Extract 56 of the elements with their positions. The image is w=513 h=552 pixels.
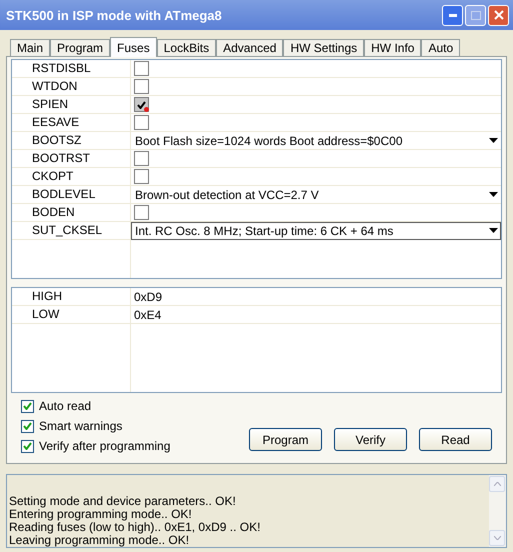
check-icon	[23, 402, 32, 410]
tab[interactable]: HW Settings	[283, 39, 364, 56]
minimize-button[interactable]	[442, 4, 463, 26]
fuse-name: WTDON	[12, 78, 131, 95]
fuse-dropdown[interactable]: Boot Flash size=1024 words Boot address=$0C00	[131, 132, 501, 150]
action-button[interactable]: Read	[419, 428, 492, 451]
fuse-name: CKOPT	[12, 168, 131, 185]
fuse-dropdown[interactable]: Int. RC Osc. 8 MHz; Start-up time: 6 CK + 64 ms	[131, 222, 501, 240]
tab[interactable]: Auto	[421, 39, 460, 56]
close-icon	[494, 10, 504, 20]
check-icon	[137, 100, 146, 108]
tab[interactable]: Advanced	[216, 39, 284, 56]
fuse-dropdown[interactable]: Brown-out detection at VCC=2.7 V	[131, 186, 501, 204]
fuse-name: BOOTRST	[12, 150, 131, 167]
fuse-name: EESAVE	[12, 114, 131, 131]
tab[interactable]: LockBits	[156, 39, 216, 56]
fuse-checkbox[interactable]	[134, 205, 149, 220]
fuse-name: BODEN	[12, 204, 131, 221]
tab[interactable]: Main	[10, 39, 50, 56]
close-button[interactable]	[488, 4, 509, 26]
fuse-byte-value: 0xD9	[134, 290, 162, 304]
fuse-checkbox[interactable]	[134, 61, 149, 76]
log-line: Reading fuses (low to high).. 0xE1, 0xD9 .. OK!	[9, 521, 262, 534]
fuse-name: SUT_CKSEL	[12, 222, 131, 239]
option-label: Verify after programming	[39, 439, 170, 453]
fuse-byte-value: 0xE4	[134, 308, 162, 322]
maximize-button[interactable]	[465, 4, 486, 26]
fuse-name: BODLEVEL	[12, 186, 131, 203]
tab[interactable]: HW Info	[364, 39, 422, 56]
fuse-checkbox[interactable]	[134, 79, 149, 94]
log-line: Leaving programming mode.. OK!	[9, 534, 190, 547]
minimize-icon	[448, 14, 456, 16]
option-checkbox[interactable]	[21, 440, 34, 452]
tab[interactable]: Program	[50, 39, 110, 56]
fuse-checkbox[interactable]	[134, 169, 149, 184]
option-checkbox[interactable]	[21, 420, 34, 432]
maximize-icon	[470, 10, 480, 20]
action-button[interactable]: Program	[249, 428, 322, 451]
fuse-checkbox[interactable]	[134, 151, 149, 166]
option-label: Smart warnings	[39, 419, 122, 433]
check-icon	[23, 442, 32, 450]
window-title: STK500 in ISP mode with ATmega8	[6, 8, 222, 22]
fuse-byte-name: LOW	[12, 306, 131, 324]
fuse-name: BOOTSZ	[12, 132, 131, 149]
fuse-name: SPIEN	[12, 96, 131, 113]
fuse-name: RSTDISBL	[12, 60, 131, 77]
option-label: Auto read	[39, 399, 92, 413]
fuse-byte-name: HIGH	[12, 288, 131, 306]
warning-dot-icon	[144, 107, 149, 112]
fuse-checkbox[interactable]	[134, 115, 149, 130]
check-icon	[23, 422, 32, 430]
action-button[interactable]: Verify	[334, 428, 407, 451]
log-line: Setting mode and device parameters.. OK!	[9, 495, 237, 508]
option-checkbox[interactable]	[21, 400, 34, 412]
log-line: Entering programming mode.. OK!	[9, 508, 192, 521]
tab[interactable]: Fuses	[110, 37, 157, 57]
